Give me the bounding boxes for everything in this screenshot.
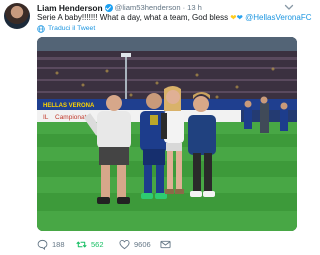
like-icon [119, 239, 130, 249]
like-action[interactable]: 9606 [119, 237, 151, 251]
mention-link[interactable]: @HellasVeronaFC [245, 13, 311, 22]
verified-badge-icon [104, 4, 113, 12]
message-icon [160, 240, 171, 248]
retweet-action[interactable]: 562 [76, 237, 104, 251]
tweet-body: Serie A baby!!!!!!! What a day, what a t… [37, 13, 229, 22]
globe-icon [37, 25, 45, 33]
tweet-text: Serie A baby!!!!!!! What a day, what a t… [37, 12, 312, 23]
banner-text-left: HELLAS VERONA [43, 103, 95, 109]
stadium-photo: HELLAS VERONA IL Campionato [37, 37, 297, 231]
tweet: Liam Henderson @liam53henderson · 13 h S… [0, 0, 312, 255]
like-count: 9606 [134, 239, 151, 249]
retweet-count: 562 [91, 239, 104, 249]
reply-count: 188 [52, 239, 65, 249]
chevron-down-icon[interactable] [284, 3, 294, 11]
translate-tweet-link[interactable]: Traduci il Tweet [37, 24, 95, 34]
message-action[interactable] [160, 237, 175, 251]
blue-heart-icon: ❤ [236, 13, 243, 22]
translate-label: Traduci il Tweet [48, 25, 96, 32]
retweet-icon [76, 241, 87, 247]
avatar[interactable] [4, 3, 30, 29]
reply-icon [37, 239, 48, 250]
banner-text-left2: IL [43, 114, 49, 121]
reply-action[interactable]: 188 [37, 237, 65, 251]
tweet-photo[interactable]: HELLAS VERONA IL Campionato [37, 37, 297, 231]
